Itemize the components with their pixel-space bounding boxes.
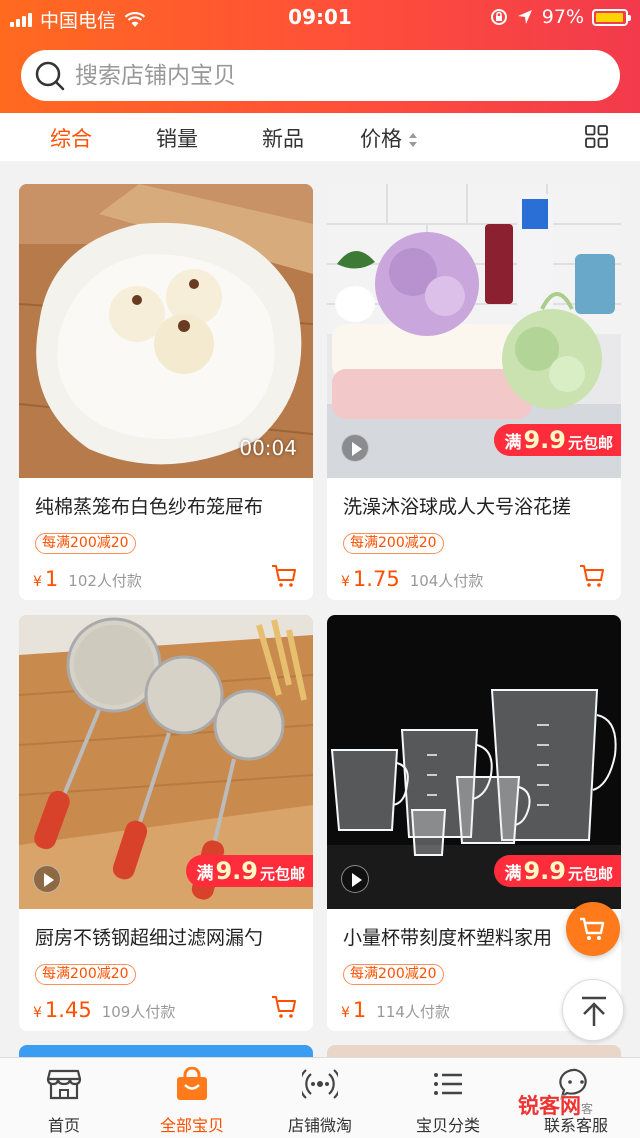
price-value: 1 <box>44 567 59 591</box>
promo-amount: 9.9 <box>215 857 258 885</box>
currency-symbol: ¥ <box>341 574 350 590</box>
product-card[interactable]: 满 9.9 元包邮 小量杯带刻度杯塑料家用 每满200减20 ¥1 114人付款 <box>327 615 621 1031</box>
battery-percent: 97% <box>541 6 584 28</box>
promo-amount: 9.9 <box>523 857 566 885</box>
search-icon <box>35 61 65 90</box>
tab-comprehensive[interactable]: 综合 <box>50 123 92 153</box>
product-title[interactable]: 小量杯带刻度杯塑料家用 <box>343 923 552 950</box>
arrow-up-icon <box>582 996 606 1026</box>
storefront-icon <box>46 1069 82 1100</box>
search-input[interactable] <box>75 62 595 89</box>
promo-prefix: 满 <box>504 864 522 884</box>
tab-all-items[interactable]: 全部宝贝 <box>128 1058 256 1138</box>
free-shipping-badge: 满 9.9 元包邮 <box>494 855 621 887</box>
status-bar: 中国电信 09:01 97% <box>0 0 640 34</box>
tab-all-items-label: 全部宝贝 <box>159 1116 224 1135</box>
play-video-icon[interactable] <box>33 865 61 893</box>
back-to-top-button[interactable] <box>562 979 624 1041</box>
add-to-cart-icon[interactable] <box>579 564 605 588</box>
tab-price[interactable]: 价格 <box>360 123 418 153</box>
add-to-cart-icon[interactable] <box>271 564 297 588</box>
free-shipping-badge: 满 9.9 元包邮 <box>494 424 621 456</box>
promo-prefix: 满 <box>196 864 214 884</box>
product-image-bath-ball[interactable]: 满 9.9 元包邮 <box>327 184 621 478</box>
tab-home[interactable]: 首页 <box>0 1058 128 1138</box>
promo-suffix: 元包邮 <box>567 865 613 883</box>
tab-sales[interactable]: 销量 <box>156 123 198 153</box>
tab-price-label: 价格 <box>360 127 402 151</box>
sales-count: 102人付款 <box>68 572 142 590</box>
price-value: 1.75 <box>352 567 400 591</box>
product-card[interactable]: 00:04 纯棉蒸笼布白色纱布笼屉布 每满200减20 ¥1 102人付款 <box>19 184 313 600</box>
promo-amount: 9.9 <box>523 426 566 454</box>
sales-count: 104人付款 <box>409 572 484 590</box>
sort-tab-bar: 综合 销量 新品 价格 <box>0 113 640 161</box>
search-bar[interactable] <box>21 50 620 101</box>
promo-suffix: 元包邮 <box>259 865 305 883</box>
location-arrow-icon <box>517 10 532 24</box>
grid-view-icon[interactable] <box>585 125 608 148</box>
tab-weitao[interactable]: 店铺微淘 <box>256 1058 384 1138</box>
price-row: ¥1.75 104人付款 <box>341 567 483 591</box>
product-card[interactable]: 满 9.9 元包邮 厨房不锈钢超细过滤网漏勺 每满200减20 ¥1.45 109人付… <box>19 615 313 1031</box>
watermark-small-text: 客 <box>581 1102 594 1116</box>
tab-categories[interactable]: 宝贝分类 <box>384 1058 512 1138</box>
product-image-steamer-cloth[interactable]: 00:04 <box>19 184 313 478</box>
tab-new[interactable]: 新品 <box>262 123 304 153</box>
product-title[interactable]: 洗澡沐浴球成人大号浴花搓 <box>343 492 571 519</box>
price-row: ¥1.45 109人付款 <box>33 998 175 1022</box>
product-title[interactable]: 纯棉蒸笼布白色纱布笼屉布 <box>35 492 263 519</box>
product-card[interactable]: 满 9.9 元包邮 洗澡沐浴球成人大号浴花搓 每满200减20 ¥1.75 104人付… <box>327 184 621 600</box>
promo-suffix: 元包邮 <box>567 434 613 452</box>
play-video-icon[interactable] <box>341 865 369 893</box>
watermark: 锐客网客 <box>518 1090 593 1120</box>
broadcast-icon <box>302 1069 338 1099</box>
sales-count: 114人付款 <box>376 1003 450 1021</box>
currency-symbol: ¥ <box>33 1005 42 1021</box>
cart-icon <box>580 917 605 940</box>
rotation-lock-icon <box>490 9 507 25</box>
sort-arrows-icon <box>409 133 417 147</box>
price-row: ¥1 114人付款 <box>341 998 450 1022</box>
shopping-bag-icon <box>177 1067 207 1100</box>
price-row: ¥1 102人付款 <box>33 567 142 591</box>
product-title[interactable]: 厨房不锈钢超细过滤网漏勺 <box>35 923 263 950</box>
tab-home-label: 首页 <box>47 1116 80 1135</box>
currency-symbol: ¥ <box>33 574 42 590</box>
price-value: 1 <box>352 998 367 1022</box>
coupon-badge: 每满200减20 <box>343 533 444 554</box>
tab-weitao-label: 店铺微淘 <box>287 1116 352 1135</box>
coupon-badge: 每满200减20 <box>35 533 136 554</box>
watermark-text: 锐客网 <box>518 1094 581 1118</box>
free-shipping-badge: 满 9.9 元包邮 <box>186 855 313 887</box>
video-duration: 00:04 <box>239 436 297 460</box>
product-image-strainer[interactable]: 满 9.9 元包邮 <box>19 615 313 909</box>
battery-icon <box>592 8 631 26</box>
header: 中国电信 09:01 97% <box>0 0 640 113</box>
promo-prefix: 满 <box>504 433 522 453</box>
sales-count: 109人付款 <box>101 1003 176 1021</box>
list-icon <box>434 1073 462 1095</box>
coupon-badge: 每满200减20 <box>35 964 136 985</box>
coupon-badge: 每满200减20 <box>343 964 444 985</box>
play-video-icon[interactable] <box>341 434 369 462</box>
product-image-measuring-cup[interactable]: 满 9.9 元包邮 <box>327 615 621 909</box>
floating-cart-button[interactable] <box>566 902 620 956</box>
tab-categories-label: 宝贝分类 <box>415 1116 480 1135</box>
currency-symbol: ¥ <box>341 1005 350 1021</box>
price-value: 1.45 <box>44 998 92 1022</box>
steamer-cloth-picture <box>19 184 313 478</box>
add-to-cart-icon[interactable] <box>271 995 297 1019</box>
